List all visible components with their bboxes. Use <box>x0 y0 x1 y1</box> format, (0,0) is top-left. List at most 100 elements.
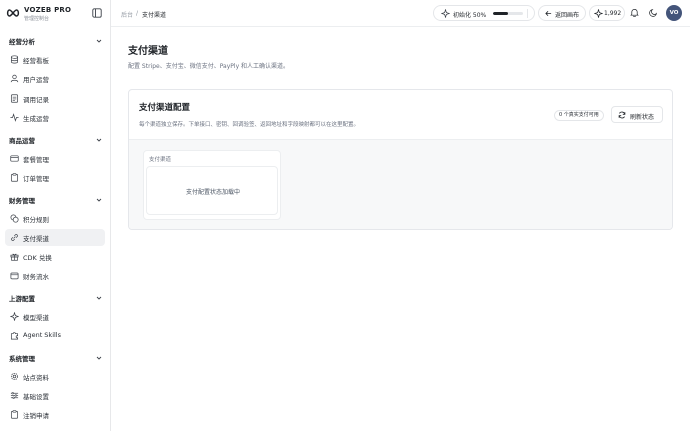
gift-icon <box>10 253 19 261</box>
sidebar: VOZEB PRO 管理控制台 经营分析 经营看板 用户运营 调用记录 生成运营… <box>0 0 111 431</box>
divider <box>527 9 528 18</box>
card-body: 支付渠道 支付配置状态加载中 <box>129 140 672 229</box>
init-progress-bar <box>493 12 523 15</box>
sparkle-icon <box>441 9 450 18</box>
sparkle-icon <box>10 312 19 321</box>
sidebar-item-model-channels[interactable]: 模型渠道 <box>5 308 105 325</box>
refresh-status-label: 刷新状态 <box>630 114 655 121</box>
group-header-upstream-config[interactable]: 上游配置 <box>9 292 105 304</box>
refresh-icon <box>618 111 626 119</box>
brand[interactable]: VOZEB PRO 管理控制台 <box>6 5 106 23</box>
stars-counter[interactable]: 1,992 <box>589 5 625 21</box>
avatar[interactable]: VO <box>666 5 682 21</box>
sidebar-item-business-dashboard[interactable]: 经营看板 <box>5 51 105 68</box>
sidebar-item-points-rules[interactable]: 积分规则 <box>5 210 105 227</box>
refresh-status-button[interactable]: 刷新状态 <box>611 106 663 123</box>
chevron-down-icon <box>96 198 102 202</box>
back-to-canvas-button[interactable]: 返回画布 <box>538 5 586 21</box>
sidebar-item-label: 站点资料 <box>23 374 49 382</box>
gear-icon <box>10 372 19 381</box>
group-header-system-management[interactable]: 系统管理 <box>9 352 105 364</box>
sidebar-item-finance-ledger[interactable]: 财务流水 <box>5 267 105 284</box>
infinity-logo-icon <box>6 9 20 17</box>
main-content: 支付渠道 配置 Stripe、支付宝、微信支付、PayPly 和人工确认渠道。 … <box>111 28 690 431</box>
breadcrumb-home[interactable]: 后台 <box>121 10 133 19</box>
card-header: 支付渠道配置 每个渠道独立保存。下单接口、密钥、回调验签、返回地址和字段映射都可… <box>129 90 672 140</box>
loading-placeholder: 支付配置状态加载中 <box>146 166 278 215</box>
pulse-icon <box>10 113 19 122</box>
back-to-canvas-label: 返回画布 <box>555 12 580 19</box>
breadcrumb-current: 支付渠道 <box>142 12 167 19</box>
sidebar-item-order-management[interactable]: 订单管理 <box>5 169 105 186</box>
channel-list-panel: 支付渠道 支付配置状态加载中 <box>143 150 281 220</box>
init-progress-pill[interactable]: 初始化 50% <box>433 5 535 21</box>
group-label: 上游配置 <box>9 295 35 303</box>
coins-icon <box>10 214 19 223</box>
database-icon <box>10 55 19 64</box>
sidebar-toggle-icon[interactable] <box>92 8 102 18</box>
sidebar-item-user-operations[interactable]: 用户运营 <box>5 70 105 87</box>
payment-channel-config-card: 支付渠道配置 每个渠道独立保存。下单接口、密钥、回调验签、返回地址和字段映射都可… <box>128 89 673 230</box>
page-title: 支付渠道 <box>128 46 168 57</box>
clipboard-icon <box>10 410 19 419</box>
sidebar-item-label: 基础设置 <box>23 393 49 401</box>
init-progress-fill <box>493 12 508 15</box>
sidebar-item-call-records[interactable]: 调用记录 <box>5 90 105 107</box>
sidebar-item-payment-channels[interactable]: 支付渠道 <box>5 229 105 246</box>
sidebar-item-label: 套餐管理 <box>23 156 49 164</box>
init-progress-label: 初始化 50% <box>453 12 487 19</box>
sidebar-item-label: 支付渠道 <box>23 235 49 243</box>
stars-count: 1,992 <box>604 10 622 17</box>
arrow-left-icon <box>545 11 552 16</box>
document-icon <box>10 94 19 103</box>
breadcrumb-separator: / <box>136 10 139 17</box>
sliders-icon <box>10 392 19 399</box>
group-header-business-analysis[interactable]: 经营分析 <box>9 35 105 47</box>
page-description: 配置 Stripe、支付宝、微信支付、PayPly 和人工确认渠道。 <box>128 63 290 70</box>
card-title: 支付渠道配置 <box>139 103 191 113</box>
brand-subtitle: 管理控制台 <box>24 16 50 22</box>
chevron-down-icon <box>96 296 102 300</box>
sidebar-item-label: 用户运营 <box>23 76 49 84</box>
group-header-product-operations[interactable]: 商品运营 <box>9 134 105 146</box>
status-badge: 0 个真实支付可用 <box>554 110 604 121</box>
moon-icon[interactable] <box>649 8 658 17</box>
user-icon <box>10 74 19 83</box>
sidebar-item-label: 订单管理 <box>23 175 49 183</box>
sparkle-icon <box>594 9 603 18</box>
card-icon <box>10 155 19 162</box>
group-label: 经营分析 <box>9 38 35 46</box>
card-description: 每个渠道独立保存。下单接口、密钥、回调验签、返回地址和字段映射都可以在这里配置。 <box>139 122 360 128</box>
brand-title: VOZEB PRO <box>24 6 72 14</box>
group-header-finance[interactable]: 财务管理 <box>9 194 105 206</box>
sidebar-item-cdk-redeem[interactable]: CDK 兑换 <box>5 248 105 265</box>
sidebar-item-label: 积分规则 <box>23 216 49 224</box>
sidebar-item-label: 生成运营 <box>23 115 49 123</box>
sidebar-item-site-profile[interactable]: 站点资料 <box>5 368 105 385</box>
group-label: 系统管理 <box>9 355 35 363</box>
sidebar-item-deactivation-requests[interactable]: 注销申请 <box>5 406 105 423</box>
chevron-down-icon <box>96 138 102 142</box>
sidebar-item-label: 调用记录 <box>23 96 49 104</box>
sidebar-item-label: 模型渠道 <box>23 314 49 322</box>
sidebar-item-agent-skills[interactable]: Agent Skills <box>5 327 105 344</box>
group-label: 财务管理 <box>9 197 35 205</box>
panel-label: 支付渠道 <box>149 157 172 163</box>
wallet-icon <box>10 272 19 280</box>
group-label: 商品运营 <box>9 137 35 145</box>
chevron-down-icon <box>96 356 102 360</box>
chevron-down-icon <box>96 39 102 43</box>
sidebar-item-basic-settings[interactable]: 基础设置 <box>5 387 105 404</box>
sidebar-item-plan-management[interactable]: 套餐管理 <box>5 150 105 167</box>
sidebar-item-generation-operations[interactable]: 生成运营 <box>5 109 105 126</box>
sidebar-item-label: 经营看板 <box>23 57 49 65</box>
sidebar-item-label: 注销申请 <box>23 412 49 420</box>
clipboard-icon <box>10 173 19 182</box>
topbar: 后台 / 支付渠道 初始化 50% 返回画布 1,992 VO <box>111 0 690 27</box>
sidebar-item-label: Agent Skills <box>23 331 62 339</box>
sidebar-item-label: 财务流水 <box>23 273 49 281</box>
bell-icon[interactable] <box>630 8 639 17</box>
loading-text: 支付配置状态加载中 <box>185 189 240 196</box>
link-icon <box>11 234 18 241</box>
sidebar-item-label: CDK 兑换 <box>23 254 52 262</box>
